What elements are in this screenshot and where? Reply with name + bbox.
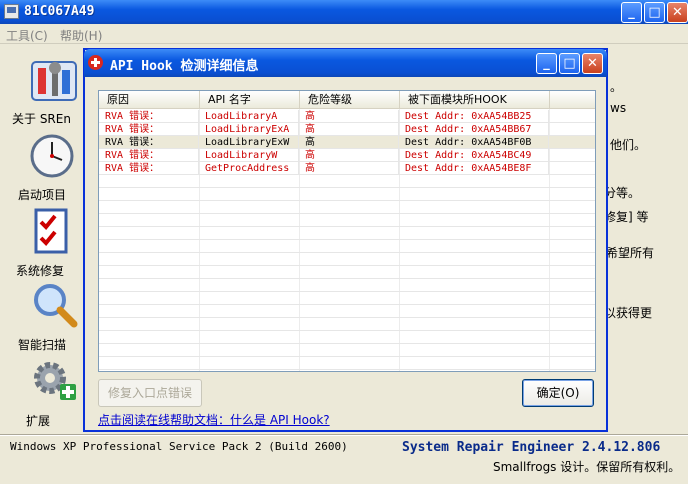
empty-row: [99, 279, 595, 292]
bg-text: 。: [610, 80, 623, 94]
empty-row: [99, 318, 595, 331]
minimize-button[interactable]: _: [621, 2, 642, 23]
empty-row: [99, 266, 595, 279]
bg-text: ws: [610, 101, 627, 115]
column-header-api[interactable]: API 名字: [200, 91, 300, 109]
sidebar-item-label: 系统修复: [16, 264, 65, 278]
bg-text: 以获得更: [604, 306, 653, 320]
table-cell-api: GetProcAddress: [199, 162, 299, 175]
dialog-close-button[interactable]: ✕: [582, 53, 603, 74]
app-window: 81C067A49 _ □ ✕ 工具(C) 帮助(H) 。 ws 他们。 分等。…: [0, 0, 688, 484]
empty-row: [99, 331, 595, 344]
fix-entry-button[interactable]: 修复入口点错误: [98, 379, 202, 407]
table-row[interactable]: RVA 错误： LoadLibraryA 高 Dest Addr: 0xAA54BB2…: [99, 110, 595, 123]
column-header-reason[interactable]: 原因: [99, 91, 200, 109]
bg-text: 修复] 等: [604, 210, 649, 224]
empty-row: [99, 292, 595, 305]
sidebar: 关于 SREn 启动项目 系统修复 智能扫描 扩展: [0, 44, 85, 434]
column-header-level[interactable]: 危险等级: [300, 91, 400, 109]
sidebar-item-label: 启动项目: [18, 188, 67, 202]
table-row[interactable]: RVA 错误： LoadLibraryW 高 Dest Addr: 0xAA54BC4…: [99, 149, 595, 162]
ok-button[interactable]: 确定(O): [522, 379, 594, 407]
table-cell-api: LoadLibraryExA: [199, 123, 299, 136]
window-title: 81C067A49: [24, 4, 95, 19]
red-cross-icon: [88, 55, 103, 70]
sidebar-item-scan[interactable]: 智能扫描: [18, 282, 88, 353]
sidebar-item-label: 关于 SREn: [12, 112, 71, 126]
hook-list[interactable]: 原因 API 名字 危险等级 被下面模块所HOOK RVA 错误： LoadLib…: [98, 90, 596, 372]
table-cell-level: 高: [299, 123, 399, 136]
dialog-title-bar: API Hook 检测详细信息 _ □ ✕: [84, 49, 607, 77]
table-row[interactable]: RVA 错误： GetProcAddress 高 Dest Addr: 0xAA54B…: [99, 162, 595, 175]
sidebar-item-repair[interactable]: 系统修复: [16, 208, 88, 279]
help-link[interactable]: 点击阅读在线帮助文档：什么是 API Hook?: [98, 411, 330, 428]
api-hook-dialog: API Hook 检测详细信息 _ □ ✕ 原因 API 名字 危险等级 被下面…: [83, 48, 608, 432]
menu-bar: 工具(C) 帮助(H): [0, 24, 688, 44]
status-separator: [0, 434, 688, 436]
table-cell-module: Dest Addr: 0xAA54BB25: [399, 110, 549, 123]
tools-icon: [31, 61, 77, 101]
empty-row: [99, 201, 595, 214]
table-row[interactable]: RVA 错误： LoadLibraryExA 高 Dest Addr: 0xAA54B…: [99, 123, 595, 136]
table-cell-module: Dest Addr: 0xAA54BB67: [399, 123, 549, 136]
table-cell-reason: RVA 错误：: [99, 162, 199, 175]
table-cell-reason: RVA 错误：: [99, 110, 199, 123]
close-button[interactable]: ✕: [667, 2, 688, 23]
sidebar-item-label: 智能扫描: [18, 338, 67, 352]
empty-row: [99, 253, 595, 266]
sidebar-item-startup[interactable]: 启动项目: [18, 132, 88, 203]
empty-row: [99, 344, 595, 357]
empty-row: [99, 175, 595, 188]
table-cell-reason: RVA 错误：: [99, 149, 199, 162]
bg-text: 他们。: [610, 138, 647, 152]
sidebar-item-label: 扩展: [26, 414, 51, 428]
menu-tools[interactable]: 工具(C): [6, 27, 48, 44]
table-row[interactable]: RVA 错误： LoadLibraryExW 高 Dest Addr: 0xAA54B…: [99, 136, 595, 149]
os-version-text: Windows XP Professional Service Pack 2 (…: [10, 440, 348, 453]
sidebar-item-about[interactable]: 关于 SREn: [12, 56, 88, 127]
dialog-title: API Hook 检测详细信息: [110, 59, 259, 74]
dialog-maximize-button[interactable]: □: [559, 53, 580, 74]
clock-icon: [30, 134, 74, 178]
app-icon: [4, 4, 19, 19]
maximize-button[interactable]: □: [644, 2, 665, 23]
table-cell-api: LoadLibraryW: [199, 149, 299, 162]
magnifier-icon: [34, 284, 78, 328]
gear-plus-icon: [34, 362, 76, 400]
table-cell-level: 高: [299, 136, 399, 149]
main-title-bar: 81C067A49 _ □ ✕: [0, 0, 688, 24]
table-cell-level: 高: [299, 149, 399, 162]
table-cell-api: LoadLibraryA: [199, 110, 299, 123]
empty-row: [99, 214, 595, 227]
table-cell-level: 高: [299, 162, 399, 175]
app-version-title: System Repair Engineer 2.4.12.806: [402, 440, 661, 455]
checklist-icon: [34, 208, 68, 254]
sidebar-item-extend[interactable]: 扩展: [18, 358, 88, 429]
table-cell-api: LoadLibraryExW: [199, 136, 299, 149]
bg-text: 希望所有: [606, 246, 655, 260]
empty-row: [99, 357, 595, 370]
table-cell-module: Dest Addr: 0xAA54BC49: [399, 149, 549, 162]
column-header-module[interactable]: 被下面模块所HOOK: [400, 91, 550, 109]
table-cell-level: 高: [299, 110, 399, 123]
table-cell-module: Dest Addr: 0xAA54BE8F: [399, 162, 549, 175]
menu-help[interactable]: 帮助(H): [60, 27, 102, 44]
dialog-minimize-button[interactable]: _: [536, 53, 557, 74]
empty-row: [99, 188, 595, 201]
empty-row: [99, 305, 595, 318]
empty-row: [99, 227, 595, 240]
copyright-text: Smallfrogs 设计。保留所有权利。: [493, 460, 681, 474]
bg-text: 分等。: [604, 186, 641, 200]
table-cell-module: Dest Addr: 0xAA54BF0B: [399, 136, 549, 149]
list-header: 原因 API 名字 危险等级 被下面模块所HOOK: [99, 91, 595, 109]
table-cell-reason: RVA 错误：: [99, 136, 199, 149]
empty-row: [99, 240, 595, 253]
table-cell-reason: RVA 错误：: [99, 123, 199, 136]
